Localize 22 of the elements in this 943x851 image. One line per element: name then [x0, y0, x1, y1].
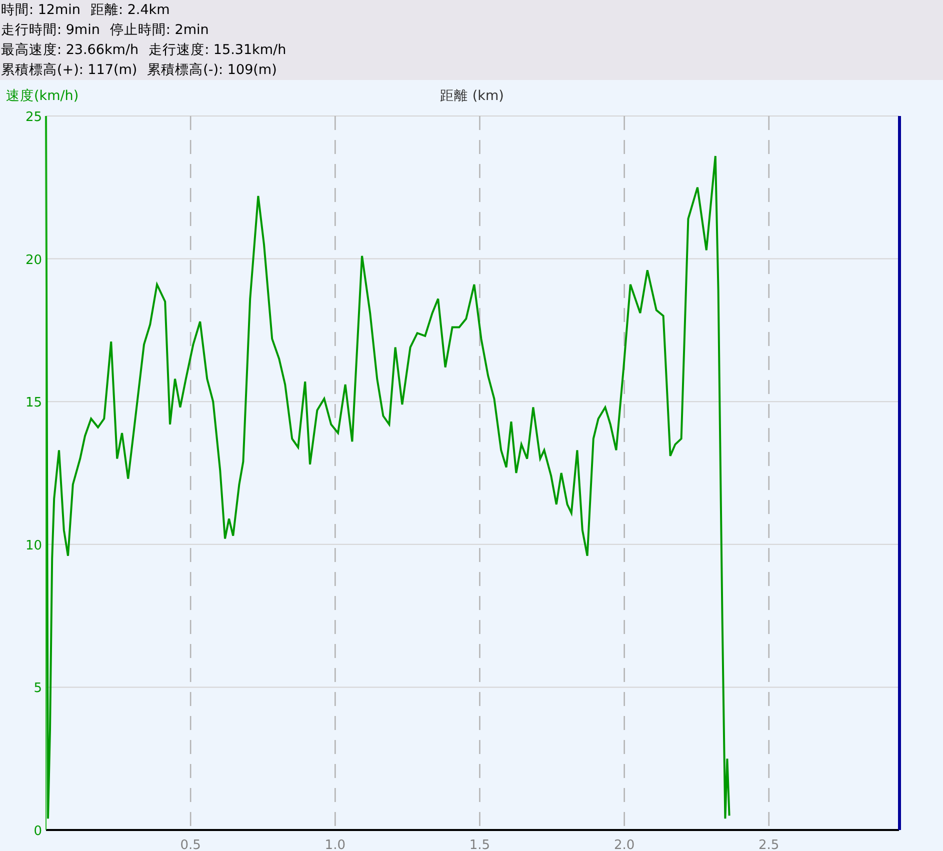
y-tick-label: 10	[25, 538, 42, 554]
x-tick-label: 2.0	[614, 838, 635, 851]
y-tick-label: 0	[34, 824, 42, 839]
summary-stat: 時間: 12min	[1, 1, 80, 20]
y-tick-label: 15	[25, 396, 42, 411]
y-axis-title: 速度(km/h)	[6, 88, 79, 104]
x-tick-label: 2.5	[758, 838, 780, 851]
summary-stat: 累積標高(-): 109(m)	[147, 61, 277, 80]
position-marker[interactable]	[898, 116, 901, 830]
y-tick-label: 25	[25, 110, 42, 125]
x-tick-label: 1.5	[469, 838, 490, 851]
y-tick-label: 20	[25, 252, 42, 268]
x-tick-label: 1.0	[324, 838, 346, 851]
y-tick-label: 5	[34, 681, 42, 696]
summary-stat: 走行速度: 15.31km/h	[148, 41, 286, 60]
summary-stat: 累積標高(+): 117(m)	[1, 61, 138, 80]
x-tick-label: 0.5	[180, 838, 201, 851]
summary-stat: 停止時間: 2min	[110, 21, 209, 40]
summary-stat: 距離: 2.4km	[90, 1, 170, 20]
summary-stat: 最高速度: 23.66km/h	[1, 41, 139, 60]
x-axis-title: 距離 (km)	[440, 88, 504, 104]
summary-stat: 走行時間: 9min	[1, 21, 100, 40]
